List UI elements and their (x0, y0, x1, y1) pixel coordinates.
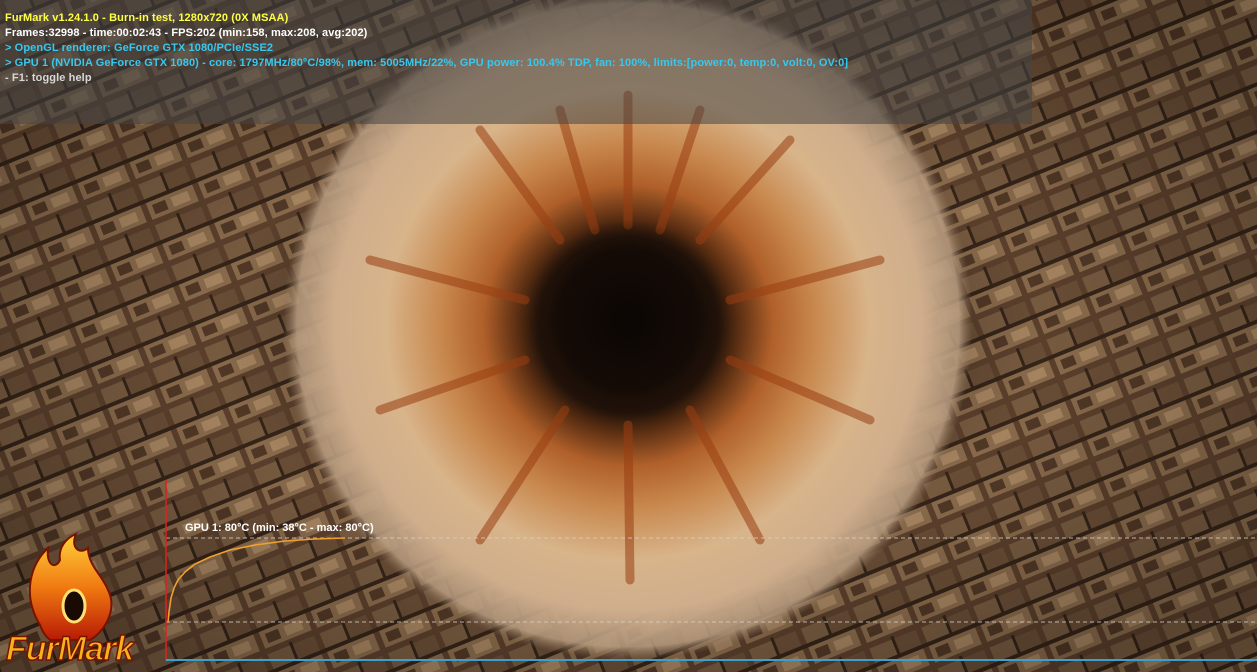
app-title-line: FurMark v1.24.1.0 - Burn-in test, 1280x7… (5, 12, 289, 24)
gpu-temperature-label: GPU 1: 80°C (min: 38°C - max: 80°C) (185, 522, 374, 534)
frame-stats-line: Frames:32998 - time:00:02:43 - FPS:202 (… (5, 27, 368, 39)
help-hint-line: - F1: toggle help (5, 72, 92, 84)
info-overlay-panel: FurMark v1.24.1.0 - Burn-in test, 1280x7… (0, 0, 1032, 124)
gpu-info-line: > GPU 1 (NVIDIA GeForce GTX 1080) - core… (5, 57, 849, 69)
furmark-logo-text: FurMark (5, 629, 135, 669)
pupil (528, 220, 728, 420)
renderer-line: > OpenGL renderer: GeForce GTX 1080/PCIe… (5, 42, 274, 54)
